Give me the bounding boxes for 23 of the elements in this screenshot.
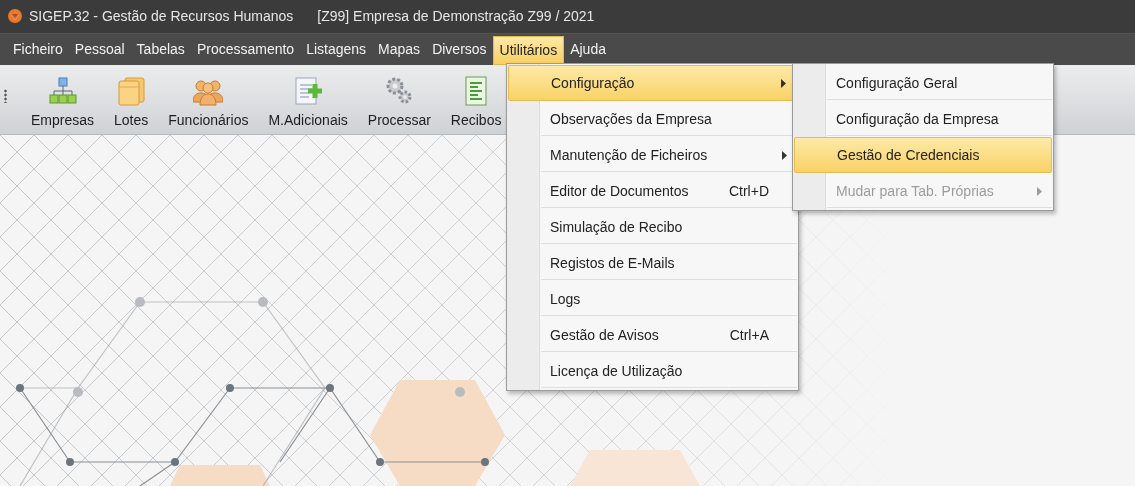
menu-bar-item[interactable]: Ficheiro <box>7 33 69 66</box>
document-add-icon <box>293 76 324 106</box>
menu-bar-item[interactable]: Listagens <box>300 33 373 66</box>
company-title: [Z99] Empresa de Demonstração Z99 / 2021 <box>317 8 595 25</box>
menu-bar-item[interactable]: Ajuda <box>564 33 612 66</box>
menu-bar-item[interactable]: Utilitários <box>492 35 565 66</box>
menu-bar-item[interactable]: Diversos <box>426 33 493 66</box>
menu-bar-item[interactable]: Processamento <box>190 33 301 66</box>
toolbar-button[interactable]: Processar <box>359 65 439 134</box>
menu-bar-item[interactable]: Tabelas <box>130 33 191 66</box>
menu-item[interactable]: Gestão de Credenciais <box>794 137 1052 173</box>
toolbar-button[interactable]: Funcionários <box>160 65 257 134</box>
hierarchy-icon <box>47 76 78 106</box>
window-title: SIGEP.32 - Gestão de Recursos Humanos <box>29 8 294 25</box>
toolbar-button[interactable]: M.Adicionais <box>260 65 356 134</box>
menu-bar-item[interactable]: Pessoal <box>68 33 131 66</box>
toolbar-grip[interactable] <box>4 89 7 104</box>
menu-bar-item[interactable]: Mapas <box>372 33 427 66</box>
folders-icon <box>116 76 147 106</box>
app-logo-icon <box>7 8 23 25</box>
toolbar-button[interactable]: Lotes <box>106 65 157 134</box>
toolbar-button[interactable]: Empresas <box>23 65 103 134</box>
toolbar-button[interactable]: Recibos <box>442 65 510 134</box>
